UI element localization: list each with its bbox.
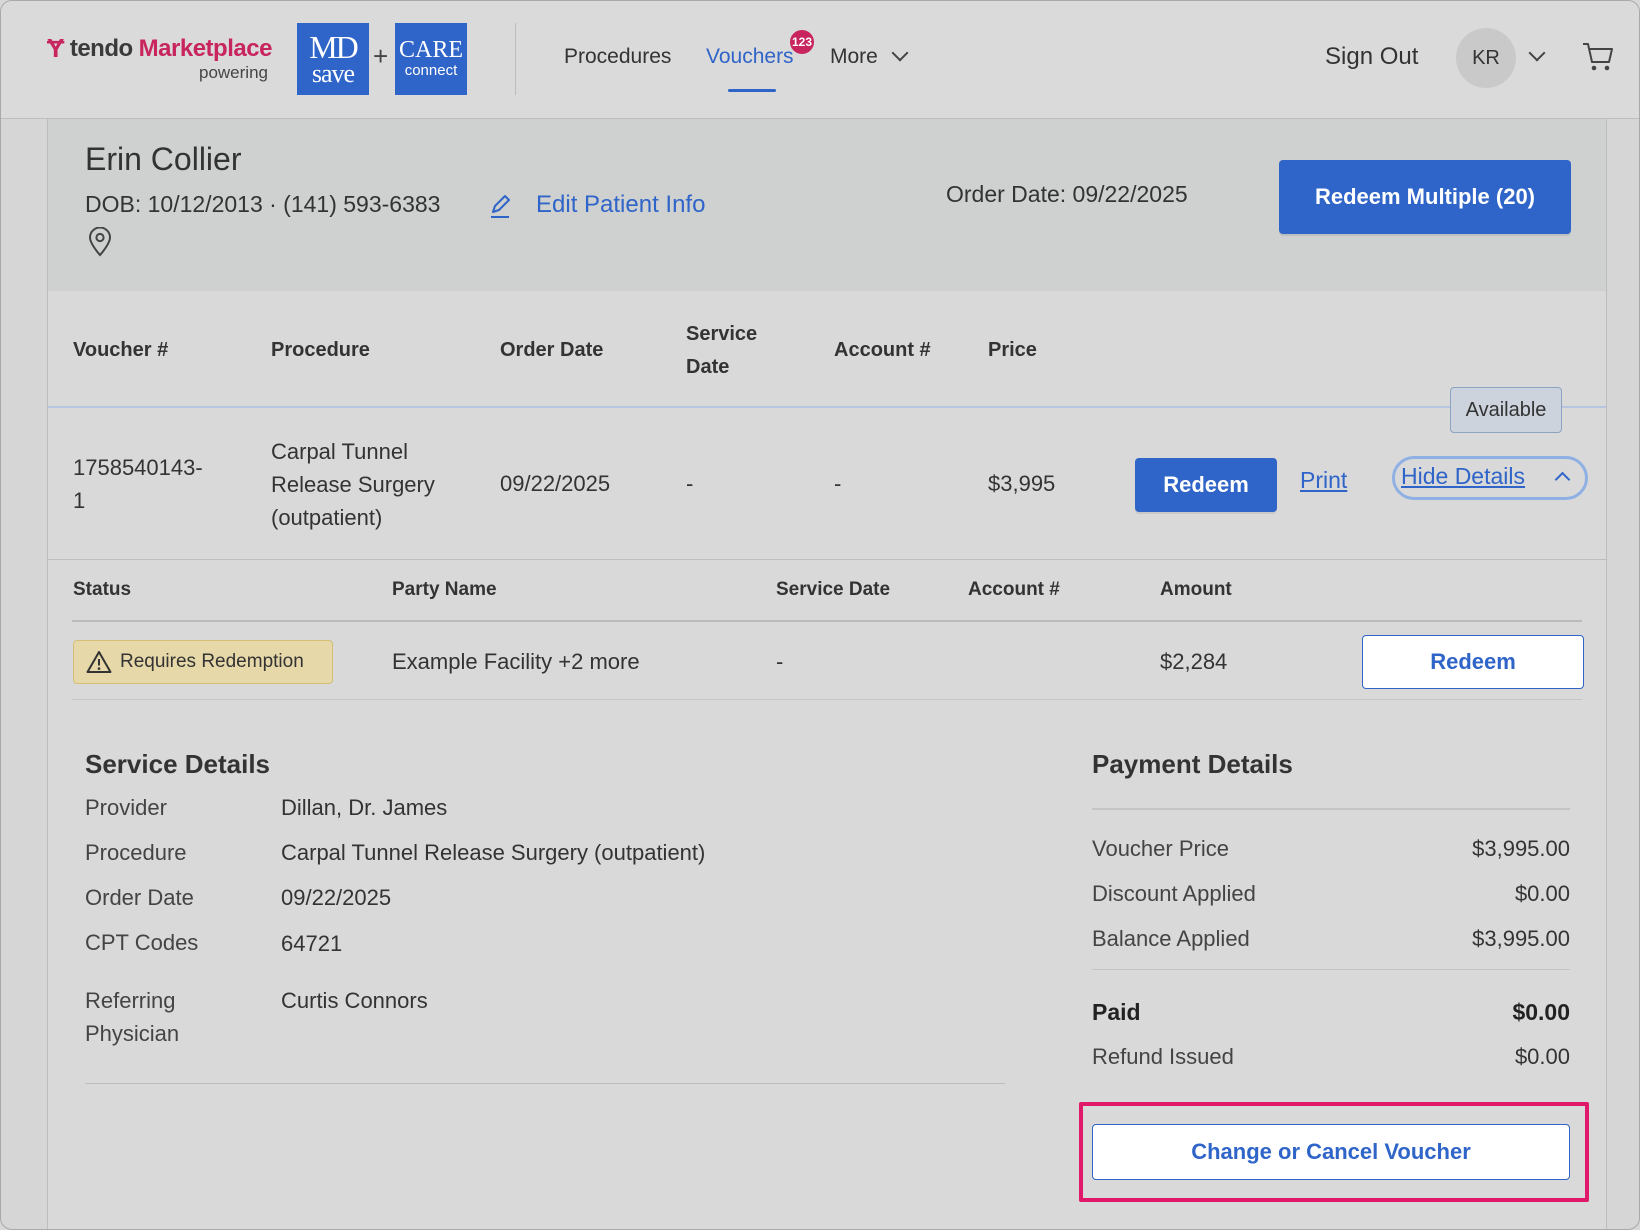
party-name: Example Facility +2 more [392, 649, 640, 674]
sub-row-divider [72, 699, 1582, 700]
patient-dob-phone: DOB: 10/12/2013 · (141) 593-6383 [85, 191, 441, 217]
redeem-multiple-button[interactable]: Redeem Multiple (20) [1279, 160, 1571, 234]
redeem-button[interactable]: Redeem [1135, 458, 1277, 512]
party-amount: $2,284 [1160, 649, 1228, 674]
status-text: Requires Redemption [120, 651, 304, 672]
procedure-label: Procedure [85, 840, 187, 865]
nav-more[interactable]: More [830, 45, 878, 69]
nav-vouchers[interactable]: Vouchers [706, 45, 794, 69]
brand-powering: powering [199, 63, 268, 82]
warning-icon [86, 650, 112, 679]
voucher-panel: Erin Collier DOB: 10/12/2013 · (141) 593… [47, 119, 1607, 1229]
balance-label: Balance Applied [1092, 926, 1250, 951]
cpt-codes-label: CPT Codes [85, 930, 199, 955]
voucher-price: $3,995 [988, 471, 1056, 496]
nav-active-indicator [728, 89, 776, 92]
hide-details-button[interactable]: Hide Details [1392, 456, 1588, 500]
refund-label: Refund Issued [1092, 1044, 1234, 1069]
location-pin-icon [88, 226, 112, 262]
referring-physician-label: Referring Physician [85, 988, 180, 1046]
requires-redemption-badge: Requires Redemption [73, 640, 333, 684]
sub-header-divider [72, 620, 1582, 622]
app-window: Ɏ tendo Marketplace powering MD save + C… [0, 0, 1640, 1230]
patient-header: Erin Collier DOB: 10/12/2013 · (141) 593… [48, 119, 1606, 291]
logo-plus: + [373, 41, 389, 71]
col-header-order-date: Order Date [500, 339, 604, 361]
mdsave-logo: MD save [297, 23, 369, 95]
voucher-account: - [834, 471, 842, 496]
patient-name: Erin Collier [85, 141, 242, 177]
voucher-service-date: - [686, 471, 694, 496]
discount-label: Discount Applied [1092, 881, 1256, 906]
voucher-price-label: Voucher Price [1092, 836, 1229, 861]
redeem-party-button[interactable]: Redeem [1362, 635, 1584, 689]
avatar[interactable]: KR [1456, 28, 1516, 88]
row-divider [48, 559, 1606, 560]
payment-details-title: Payment Details [1092, 749, 1293, 779]
pencil-icon[interactable] [488, 193, 512, 224]
change-or-cancel-voucher-button[interactable]: Change or Cancel Voucher [1092, 1124, 1570, 1180]
service-details-divider [85, 1083, 1005, 1084]
provider-label: Provider [85, 795, 167, 820]
sub-col-status: Status [73, 579, 132, 600]
chevron-down-icon[interactable] [891, 44, 909, 62]
chevron-down-icon[interactable] [1528, 44, 1546, 62]
col-header-procedure: Procedure [271, 339, 370, 361]
cart-icon[interactable] [1581, 41, 1615, 78]
provider-value: Dillan, Dr. James [281, 795, 448, 820]
brand-tendo: tendo [69, 34, 133, 62]
col-header-voucher: Voucher # [73, 339, 169, 361]
paid-label: Paid [1092, 999, 1141, 1025]
order-date-value: 09/22/2025 [281, 885, 392, 910]
sub-col-service-date: Service Date [776, 579, 891, 600]
procedure-value: Carpal Tunnel Release Surgery (outpatien… [281, 840, 706, 865]
service-details-title: Service Details [85, 749, 271, 779]
col-header-price: Price [988, 339, 1037, 361]
col-header-service-date: Service Date [686, 323, 758, 378]
nav-procedures[interactable]: Procedures [564, 45, 671, 69]
tendo-logo-icon: Ɏ [47, 33, 64, 63]
brand-marketplace: Marketplace [138, 34, 273, 62]
cpt-codes-value: 64721 [281, 931, 343, 956]
edit-patient-info-link[interactable]: Edit Patient Info [536, 191, 705, 219]
top-navbar: Ɏ tendo Marketplace powering MD save + C… [1, 1, 1639, 119]
sub-col-account: Account # [968, 579, 1060, 600]
order-date-label: Order Date [85, 885, 194, 910]
voucher-procedure: Carpal Tunnel Release Surgery (outpatien… [271, 439, 435, 530]
voucher-order-date: 09/22/2025 [500, 471, 611, 496]
careconnect-logo: CARE connect [395, 23, 467, 95]
print-link[interactable]: Print [1300, 467, 1347, 494]
discount-value: $0.00 [1514, 881, 1570, 906]
vouchers-count-badge: 123 [790, 30, 814, 54]
sign-out-link[interactable]: Sign Out [1325, 43, 1418, 71]
refund-value: $0.00 [1514, 1044, 1570, 1069]
status-badge: Available [1450, 387, 1562, 433]
paid-value: $0.00 [1512, 999, 1570, 1025]
sub-col-amount: Amount [1160, 579, 1232, 600]
tendo-marketplace-logo[interactable]: Ɏ tendo Marketplace powering [47, 33, 273, 82]
party-service-date: - [776, 649, 784, 674]
voucher-number: 1758540143- 1 [73, 455, 203, 513]
header-divider [48, 406, 1606, 408]
referring-physician-value: Curtis Connors [281, 988, 428, 1013]
header-divider [515, 23, 516, 95]
hide-details-label: Hide Details [1401, 463, 1525, 489]
payment-title-divider [1092, 808, 1570, 810]
payment-totals-divider [1092, 969, 1570, 970]
balance-value: $3,995.00 [1472, 926, 1570, 951]
chevron-up-icon [1554, 471, 1571, 488]
order-date-summary: Order Date: 09/22/2025 [946, 181, 1188, 207]
voucher-price-value: $3,995.00 [1472, 836, 1570, 861]
col-header-account: Account # [834, 339, 931, 361]
sub-col-party-name: Party Name [392, 579, 497, 600]
